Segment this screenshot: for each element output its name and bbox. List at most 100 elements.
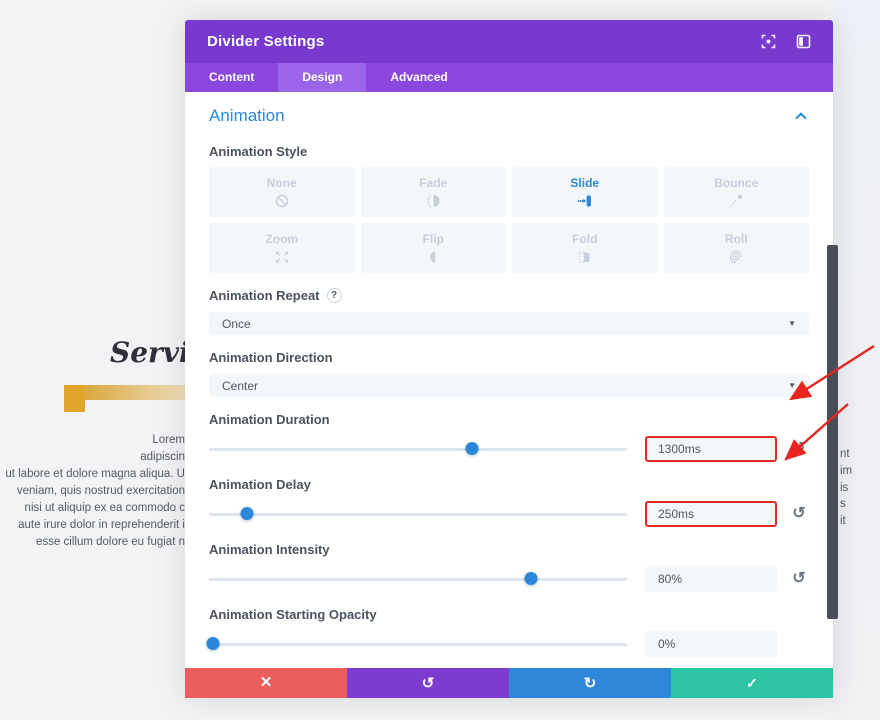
- animation-intensity-input[interactable]: [645, 566, 777, 592]
- selected-value: Once: [222, 317, 251, 331]
- chevron-down-icon: ▼: [788, 381, 796, 390]
- paragraph-line: nt: [840, 446, 852, 463]
- selected-value: Center: [222, 379, 258, 393]
- animation-duration-field: Animation Duration ↺: [209, 412, 809, 462]
- animation-intensity-field: Animation Intensity ↺: [209, 542, 809, 592]
- slider-track: [209, 513, 627, 516]
- option-label: Roll: [725, 232, 748, 246]
- animation-delay-slider[interactable]: [209, 501, 627, 527]
- undo-button[interactable]: ↺: [347, 668, 509, 698]
- slider-thumb[interactable]: [524, 572, 537, 585]
- background-divider-module: [64, 385, 194, 412]
- fade-icon: [424, 193, 442, 209]
- paragraph-line: it: [840, 513, 852, 530]
- animation-direction-select[interactable]: Center ▼: [209, 374, 809, 397]
- expand-panel-icon: [796, 34, 811, 49]
- slider-track: [209, 448, 627, 451]
- reset-icon[interactable]: ↺: [789, 506, 809, 522]
- animation-style-grid: None Fade Slide: [209, 167, 809, 273]
- animation-style-option-fade[interactable]: Fade: [361, 167, 507, 217]
- animation-direction-label: Animation Direction: [209, 350, 333, 365]
- animation-starting-opacity-slider[interactable]: [209, 631, 627, 657]
- chevron-up-icon[interactable]: [795, 112, 806, 123]
- paragraph-line: s: [840, 496, 852, 513]
- animation-delay-field: Animation Delay ↺: [209, 477, 809, 527]
- page-scrollbar[interactable]: [827, 245, 838, 619]
- paragraph-line: adipiscin: [5, 449, 185, 466]
- slider-thumb[interactable]: [207, 637, 220, 650]
- paragraph-line: veniam, quis nostrud exercitation: [5, 483, 185, 500]
- none-icon: [273, 193, 291, 209]
- animation-duration-slider[interactable]: [209, 436, 627, 462]
- option-label: None: [267, 176, 297, 190]
- chevron-down-icon: ▼: [788, 319, 796, 328]
- zoom-icon: [273, 249, 291, 265]
- animation-repeat-label: Animation Repeat: [209, 288, 320, 303]
- animation-intensity-label: Animation Intensity: [209, 542, 330, 557]
- modal-tabbar: Content Design Advanced: [185, 63, 833, 92]
- animation-style-label: Animation Style: [209, 144, 809, 159]
- roll-icon: [727, 249, 745, 265]
- tab-content[interactable]: Content: [185, 63, 278, 92]
- paragraph-line: is: [840, 480, 852, 497]
- section-title: Animation: [209, 106, 285, 126]
- bounce-icon: [727, 193, 745, 209]
- animation-direction-field: Animation Direction Center ▼: [209, 350, 809, 397]
- reset-icon[interactable]: ↺: [789, 571, 809, 587]
- divider-gold-gradient-bar: [85, 385, 194, 400]
- background-paragraph-right: nt im is s it: [840, 446, 852, 530]
- snap-focus-icon[interactable]: [761, 34, 776, 49]
- animation-section-toggle[interactable]: Animation: [209, 100, 809, 128]
- animation-style-option-flip[interactable]: Flip: [361, 223, 507, 273]
- animation-repeat-select[interactable]: Once ▼: [209, 312, 809, 335]
- background-paragraph-left: Lorem adipiscin ut labore et dolore magn…: [5, 432, 185, 551]
- animation-style-option-zoom[interactable]: Zoom: [209, 223, 355, 273]
- option-label: Zoom: [265, 232, 298, 246]
- animation-starting-opacity-input[interactable]: [645, 631, 777, 657]
- modal-title: Divider Settings: [207, 33, 761, 50]
- animation-starting-opacity-field: Animation Starting Opacity ↺: [209, 607, 809, 657]
- animation-style-option-roll[interactable]: Roll: [664, 223, 810, 273]
- expand-panel-icon[interactable]: [796, 34, 811, 49]
- redo-button[interactable]: ↻: [509, 668, 671, 698]
- animation-delay-label: Animation Delay: [209, 477, 311, 492]
- paragraph-line: ut labore et dolore magna aliqua. U: [5, 466, 185, 483]
- animation-style-option-none[interactable]: None: [209, 167, 355, 217]
- animation-style-option-bounce[interactable]: Bounce: [664, 167, 810, 217]
- page-right-background: [833, 0, 880, 720]
- modal-footer: × ↺ ↻ ✓: [185, 668, 833, 698]
- option-label: Slide: [570, 176, 599, 190]
- slider-track: [209, 643, 627, 646]
- animation-duration-label: Animation Duration: [209, 412, 330, 427]
- paragraph-line: nisi ut aliquip ex ea commodo c: [5, 500, 185, 517]
- modal-body: Animation Animation Style None Fade: [185, 92, 833, 668]
- tab-design[interactable]: Design: [278, 63, 366, 92]
- paragraph-line: aute irure dolor in reprehenderit i: [5, 517, 185, 534]
- modal-header[interactable]: Divider Settings: [185, 20, 833, 63]
- snap-focus-icon: [761, 34, 776, 49]
- divider-gold-block: [64, 385, 85, 412]
- animation-starting-opacity-label: Animation Starting Opacity: [209, 607, 377, 622]
- reset-icon[interactable]: ↺: [789, 441, 809, 457]
- paragraph-line: im: [840, 463, 852, 480]
- option-label: Bounce: [714, 176, 758, 190]
- slide-icon: [576, 193, 594, 209]
- animation-repeat-field: Animation Repeat ? Once ▼: [209, 288, 809, 335]
- animation-duration-input[interactable]: [645, 436, 777, 462]
- animation-intensity-slider[interactable]: [209, 566, 627, 592]
- animation-delay-input[interactable]: [645, 501, 777, 527]
- slider-thumb[interactable]: [240, 507, 253, 520]
- slider-track: [209, 578, 627, 581]
- option-label: Flip: [423, 232, 444, 246]
- animation-style-option-slide[interactable]: Slide: [512, 167, 658, 217]
- animation-style-option-fold[interactable]: Fold: [512, 223, 658, 273]
- save-button[interactable]: ✓: [671, 668, 833, 698]
- help-icon[interactable]: ?: [327, 288, 342, 303]
- slider-thumb[interactable]: [466, 442, 479, 455]
- cancel-button[interactable]: ×: [185, 668, 347, 698]
- divider-settings-modal: Divider Settings Content Design Advanced…: [185, 20, 833, 698]
- option-label: Fade: [419, 176, 447, 190]
- paragraph-line: Lorem: [5, 432, 185, 449]
- option-label: Fold: [572, 232, 597, 246]
- tab-advanced[interactable]: Advanced: [366, 63, 471, 92]
